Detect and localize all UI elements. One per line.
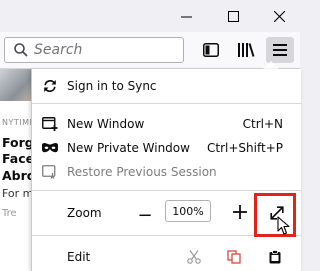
private-browsing-mask-icon [42,140,58,156]
close-icon [273,10,285,22]
clipboard-paste-icon [269,250,281,264]
new-window-icon [42,116,58,132]
menu-separator [32,190,301,191]
sync-icon [42,78,58,94]
search-placeholder: Search [34,42,83,58]
app-menu-panel: Sign in to Sync New Window Ctrl+N New Pr… [31,69,301,271]
new-window-label: New Window [67,117,145,131]
sidebar-icon [203,43,219,57]
restore-session-label: Restore Previous Session [67,165,217,179]
restore-session-icon [42,164,58,180]
maximize-button[interactable] [210,0,256,32]
zoom-out-icon: − [137,204,153,226]
open-menu-button[interactable] [266,37,294,63]
minimize-button[interactable] [163,0,209,32]
panel-arrow [263,61,279,69]
library-button[interactable] [232,37,260,63]
hamburger-menu-icon [273,44,287,56]
new-window-item[interactable]: New Window Ctrl+N [32,112,301,136]
zoom-out-button[interactable]: − [133,203,157,227]
new-private-window-label: New Private Window [67,141,190,155]
close-window-button[interactable] [256,0,302,32]
new-private-window-item[interactable]: New Private Window Ctrl+Shift+P [32,136,301,160]
copy-button[interactable] [222,245,246,269]
maximize-icon [227,10,239,22]
edit-row: Edit [32,245,301,269]
search-input[interactable]: Search [4,37,184,63]
library-icon [238,43,255,57]
restore-previous-session-item[interactable]: Restore Previous Session [32,160,301,184]
copy-icon [227,250,241,264]
zoom-label: Zoom [67,206,102,220]
paste-button[interactable] [263,245,287,269]
zoom-reset-button[interactable]: 100% [165,200,211,222]
scissors-icon [187,250,201,264]
new-window-shortcut: Ctrl+N [242,117,283,131]
sign-in-to-sync-item[interactable]: Sign in to Sync [32,74,301,98]
edit-label: Edit [67,250,91,264]
menu-separator [32,103,301,104]
window-titlebar [0,0,300,32]
minimize-icon [180,16,192,17]
cut-button[interactable] [182,245,206,269]
article-trend-label: Tre [2,208,17,219]
mouse-pointer-icon [277,216,290,235]
sign-in-label: Sign in to Sync [67,79,157,93]
zoom-in-icon [233,205,247,219]
zoom-in-button[interactable] [228,200,252,224]
sidebar-toggle-button[interactable] [197,37,225,63]
navigation-toolbar: Search [0,32,300,69]
search-icon [14,43,28,57]
new-private-window-shortcut: Ctrl+Shift+P [207,141,283,155]
